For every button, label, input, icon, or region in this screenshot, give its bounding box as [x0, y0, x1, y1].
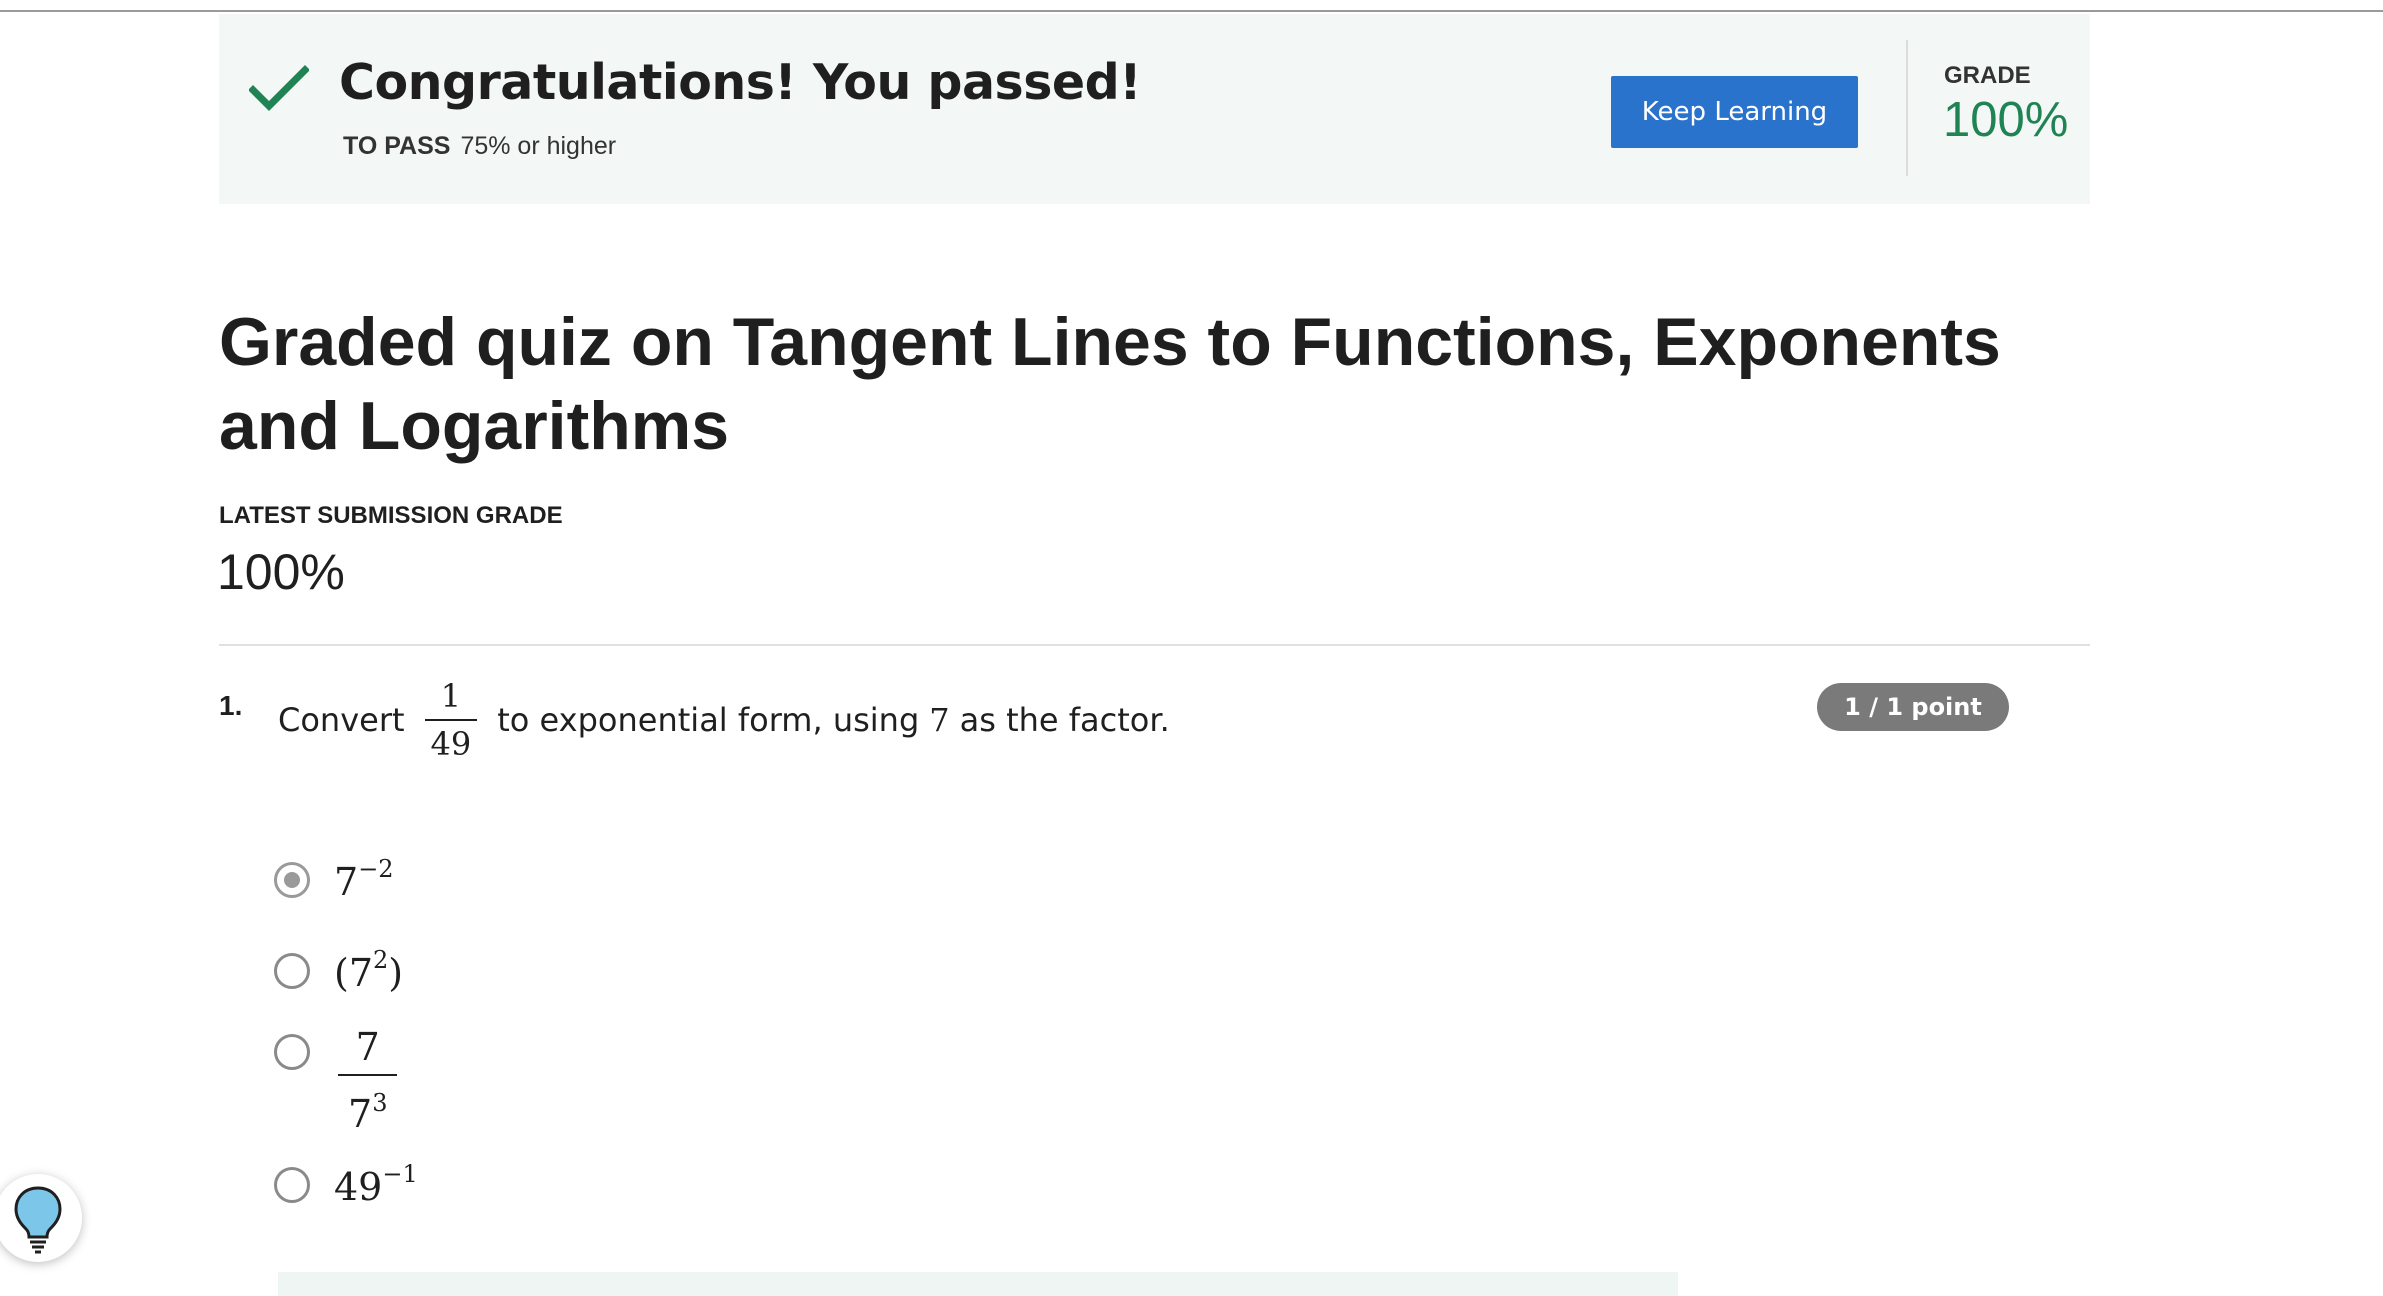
option-base: 7 — [348, 951, 374, 995]
divider — [1906, 40, 1908, 176]
option-den-exponent: 3 — [372, 1089, 388, 1117]
question-factor: 7 — [929, 701, 950, 739]
help-button[interactable] — [0, 1174, 82, 1262]
radio-button[interactable] — [274, 952, 310, 989]
pass-banner: Congratulations! You passed! TO PASS 75% … — [219, 14, 2090, 204]
latest-submission-label: LATEST SUBMISSION GRADE — [219, 502, 563, 529]
answer-option-2[interactable]: (72) — [274, 946, 403, 995]
question-text-end: as the factor. — [959, 701, 1170, 739]
feedback-strip — [278, 1272, 1678, 1296]
to-pass-value: 75% or higher — [460, 132, 617, 160]
option-label: 7−2 — [334, 855, 394, 904]
page: Congratulations! You passed! TO PASS 75% … — [0, 0, 2383, 1296]
question-text-start: Convert — [278, 701, 405, 739]
option-numerator: 7 — [355, 1025, 380, 1069]
option-denominator: 73 — [338, 1074, 398, 1136]
radio-button-selected[interactable] — [274, 861, 310, 898]
answer-option-1[interactable]: 7−2 — [274, 855, 394, 904]
latest-submission-grade: 100% — [217, 544, 345, 600]
grade-value: 100% — [1943, 93, 2069, 147]
radio-button[interactable] — [274, 1033, 310, 1070]
question-fraction: 1 49 — [424, 677, 478, 763]
question-text-middle: to exponential form, using — [497, 701, 920, 739]
checkmark-icon — [249, 65, 309, 111]
option-exponent: 2 — [373, 946, 389, 974]
page-title: Graded quiz on Tangent Lines to Function… — [219, 304, 2001, 464]
option-fraction: 7 73 — [338, 1025, 398, 1136]
option-base: 7 — [334, 860, 359, 904]
top-border — [0, 10, 2383, 12]
grade-label: GRADE — [1944, 62, 2031, 89]
option-exponent: −1 — [382, 1160, 418, 1188]
option-label: (72) — [334, 946, 403, 995]
fraction-numerator: 1 — [440, 677, 462, 715]
question-number: 1. — [219, 690, 243, 721]
pass-requirement: TO PASS 75% or higher — [343, 132, 616, 161]
banner-title: Congratulations! You passed! — [339, 54, 1142, 111]
fraction-denominator: 49 — [424, 719, 478, 763]
option-paren-open: ( — [334, 951, 349, 995]
section-divider — [219, 644, 2090, 646]
answer-option-3[interactable]: 7 73 — [274, 1025, 398, 1136]
option-label: 49−1 — [334, 1160, 418, 1209]
option-base: 49 — [334, 1165, 383, 1209]
answer-option-4[interactable]: 49−1 — [274, 1160, 418, 1209]
option-den-base: 7 — [348, 1092, 373, 1136]
question-prompt: Convert 1 49 to exponential form, using … — [278, 672, 1170, 768]
option-exponent: −2 — [358, 855, 394, 883]
option-paren-close: ) — [388, 951, 404, 995]
radio-button[interactable] — [274, 1166, 310, 1203]
lightbulb-icon — [14, 1186, 62, 1254]
to-pass-label: TO PASS — [343, 132, 451, 160]
keep-learning-button[interactable]: Keep Learning — [1611, 76, 1858, 148]
points-badge: 1 / 1 point — [1817, 683, 2009, 731]
